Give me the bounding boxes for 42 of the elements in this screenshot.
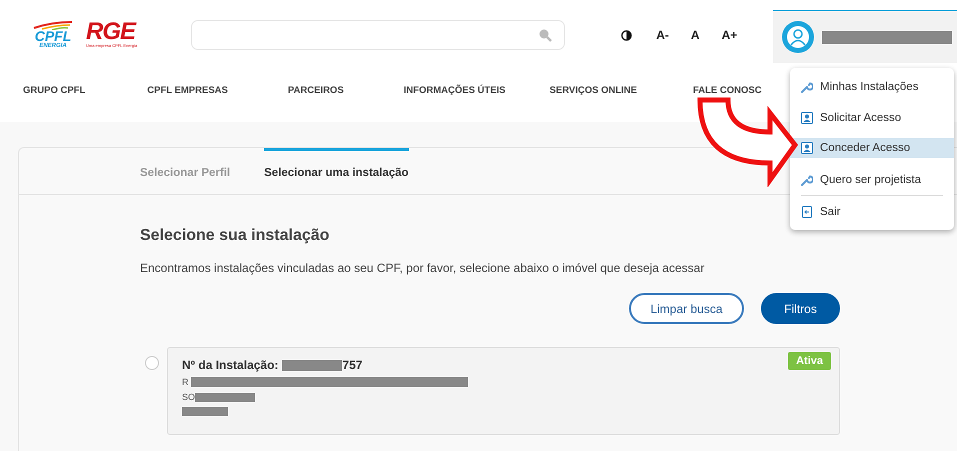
menu-item[interactable]: Solicitar Acesso [790,102,954,133]
step-tab[interactable]: Selecionar uma instalação [264,148,409,194]
contrast-icon[interactable] [621,30,632,40]
user-panel[interactable] [773,10,957,63]
search-icon[interactable] [538,28,552,42]
filter-button[interactable]: Filtros [761,293,840,324]
wrench-icon [801,174,813,186]
wrench-icon [801,80,813,92]
city-text: SO [182,392,196,402]
swoosh-icon [32,20,74,30]
redaction-bar [195,392,256,402]
menu-item[interactable]: Conceder Acesso [790,138,954,158]
menu-item[interactable]: Minhas Instalações [790,71,954,102]
search-field[interactable] [191,20,566,50]
logo-text: RGE [86,21,136,43]
font-size-button[interactable]: A- [656,28,669,42]
clear-button[interactable]: Limpar busca [629,293,744,324]
person-card-icon [801,112,813,124]
redaction-bar [282,360,342,370]
installation-number: 757 [342,358,362,372]
menu-item[interactable]: Sair [790,196,954,227]
nav-link[interactable]: SERVIÇOS ONLINE [550,84,637,96]
description-text: Encontramos instalações vinculadas ao seu CPF, por favor, selecione abaixo o imóvel que deseja acessar [140,261,706,275]
avatar-icon[interactable] [782,21,814,53]
logo-text: CPFL [34,30,72,42]
section-title: Selecione sua instalação [140,227,330,245]
radio-button[interactable] [145,356,159,370]
redaction-bar [182,407,228,416]
nav-link[interactable]: FALE CONOSC [692,84,762,96]
font-size-button[interactable]: A [690,28,700,42]
installation-label: Nº da Instalação: [182,358,278,372]
nav-link[interactable]: GRUPO CPFL [23,84,86,96]
address-text: R [182,377,188,387]
font-size-button[interactable]: A+ [722,28,738,42]
exit-icon [801,206,813,218]
status-badge: Ativa [788,352,831,370]
installation-card[interactable]: Nº da Instalação: 757 R SO Ativa [167,347,840,435]
nav-link[interactable]: PARCEIROS [288,84,344,96]
nav-link[interactable]: CPFL EMPRESAS [147,84,228,96]
nav-link[interactable]: INFORMAÇÕES ÚTEIS [404,84,506,96]
person-card-icon [801,142,813,154]
menu-item[interactable]: Quero ser projetista [790,164,954,195]
